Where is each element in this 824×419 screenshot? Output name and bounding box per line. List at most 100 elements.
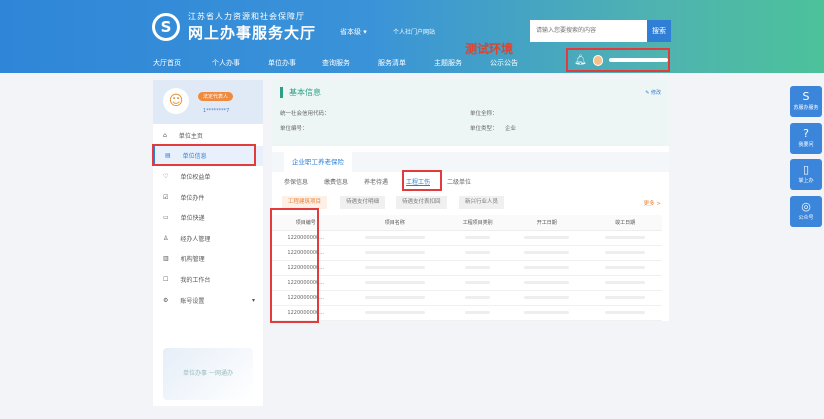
- edit-button[interactable]: ✎ 修改: [645, 89, 661, 96]
- sidebar-item-label: 单位快递: [180, 215, 205, 223]
- redacted-cell: [339, 230, 451, 246]
- chip-payment-detail[interactable]: 待遇支付明细: [340, 196, 386, 209]
- sidebar-item-org[interactable]: ▥ 机构管理: [153, 249, 263, 270]
- table-row[interactable]: 1220000000...: [272, 305, 662, 321]
- sidebar-item-home[interactable]: ⌂ 单位主页: [153, 125, 263, 146]
- ask-label: 我要问: [798, 142, 814, 148]
- highlight-box: [270, 208, 319, 323]
- chevron-down-icon: ▾: [251, 296, 255, 304]
- nav-home[interactable]: 大厅首页: [153, 58, 181, 68]
- portal-link[interactable]: 个人社门户网站: [393, 27, 435, 36]
- redacted-cell: [588, 245, 662, 261]
- unit-type-value: 企业: [505, 126, 517, 132]
- mobile-button[interactable]: ▯ 掌上办: [790, 159, 822, 190]
- sidebar-item-label: 机构管理: [180, 256, 205, 264]
- nav-theme[interactable]: 主题服务: [434, 58, 462, 68]
- highlight-box: [402, 170, 442, 191]
- sidebar-item-tasks[interactable]: ☑ 单位办件: [153, 187, 263, 208]
- tab-bar: 企业职工养老保险: [272, 152, 669, 172]
- sidebar-item-workbench[interactable]: ☐ 我的工作台: [153, 269, 263, 290]
- illustration: 单位办事 一网通办: [163, 348, 253, 400]
- credit-code-label: 统一社会信用代码：: [280, 111, 330, 117]
- table-row[interactable]: 1220000000...: [272, 290, 662, 306]
- avatar[interactable]: [592, 54, 604, 66]
- subtab-secondary[interactable]: 二级单位: [447, 177, 471, 186]
- table-row[interactable]: 1220000000...: [272, 275, 662, 291]
- unit-type-label: 单位类型：: [470, 126, 498, 132]
- nav-personal[interactable]: 个人办事: [212, 58, 240, 68]
- sidebar-item-label: 单位权益单: [180, 173, 211, 181]
- building-icon: ▥: [163, 255, 169, 263]
- col-project-name: 项目名称: [339, 215, 451, 231]
- highlight-box: [152, 144, 256, 166]
- search-input[interactable]: [530, 20, 647, 42]
- sidebar-item-express[interactable]: ▭ 单位快递: [153, 207, 263, 228]
- redacted-cell: [505, 245, 589, 261]
- sidebar-item-agents[interactable]: ♙ 经办人管理: [153, 228, 263, 249]
- search-button[interactable]: 搜索: [647, 20, 671, 42]
- subtab-pension[interactable]: 养老待遇: [364, 177, 388, 186]
- redacted-cell: [588, 275, 662, 291]
- nav-list[interactable]: 服务清单: [378, 58, 406, 68]
- sidebar-item-label: 经办人管理: [180, 235, 211, 243]
- home-icon: ⌂: [163, 131, 167, 139]
- heart-icon: ♡: [163, 172, 169, 180]
- wechat-label: 公众号: [798, 215, 814, 221]
- env-label: 测试环境: [465, 42, 514, 56]
- nav-notice[interactable]: 公示公告: [490, 58, 518, 68]
- chip-new-industry[interactable]: 新兴行业人员: [459, 196, 505, 209]
- col-project-type: 工程项目类别: [450, 215, 506, 231]
- unit-no-label: 单位编号：: [280, 126, 308, 132]
- redacted-cell: [450, 260, 506, 276]
- header: S 江苏省人力资源和社会保障厅 网上办事服务大厅 省本级 ▾ 个人社门户网站 搜…: [0, 0, 824, 73]
- user-menu[interactable]: 🔔︎: [566, 48, 670, 72]
- redacted-cell: [588, 290, 662, 306]
- region-select[interactable]: 省本级 ▾: [340, 27, 367, 37]
- profile-card: ☺ 法定代表人 1********7: [153, 80, 263, 124]
- user-name[interactable]: [609, 58, 668, 62]
- sidebar-item-label: 单位办件: [180, 194, 205, 202]
- service-icon: S: [802, 90, 810, 103]
- gear-icon: ⚙: [163, 296, 169, 304]
- redacted-cell: [588, 305, 662, 321]
- section-title: 基本信息: [280, 87, 321, 98]
- ask-button[interactable]: ? 我要问: [790, 123, 822, 154]
- redacted-cell: [339, 275, 451, 291]
- nav-unit[interactable]: 单位办事: [268, 58, 296, 68]
- basic-info: 基本信息 ✎ 修改 统一社会信用代码： 单位全称： 单位编号： 单位类型： 企业: [272, 80, 669, 146]
- project-table: 项目编号 项目名称 工程项目类别 开工日期 竣工日期 1220000000...…: [272, 215, 662, 321]
- service-button[interactable]: S 苏服办服务: [790, 86, 822, 117]
- truck-icon: ▭: [163, 214, 169, 222]
- redacted-cell: [339, 245, 451, 261]
- more-link[interactable]: 更多 >: [644, 199, 661, 207]
- subtab-payment[interactable]: 缴费信息: [324, 177, 348, 186]
- table-row[interactable]: 1220000000...: [272, 245, 662, 261]
- col-end-date: 竣工日期: [588, 215, 662, 231]
- redacted-cell: [339, 260, 451, 276]
- wechat-icon: ◎: [801, 200, 811, 213]
- main-panel: 基本信息 ✎ 修改 统一社会信用代码： 单位全称： 单位编号： 单位类型： 企业…: [272, 80, 669, 321]
- redacted-cell: [450, 230, 506, 246]
- table-row[interactable]: 1220000000...: [272, 260, 662, 276]
- sidebar-item-account[interactable]: ⚙ 账号设置 ▾: [153, 290, 263, 311]
- redacted-cell: [450, 290, 506, 306]
- chip-payment-deduct[interactable]: 待遇支付表扣回: [396, 196, 447, 209]
- table-row[interactable]: 1220000000...: [272, 230, 662, 246]
- avatar: ☺: [163, 88, 189, 114]
- sidebar-item-rights[interactable]: ♡ 单位权益单: [153, 166, 263, 187]
- user-icon: ♙: [163, 234, 169, 242]
- subtab-enrollment[interactable]: 参保信息: [284, 177, 308, 186]
- redacted-cell: [588, 230, 662, 246]
- org-name: 江苏省人力资源和社会保障厅: [188, 12, 305, 21]
- bell-icon[interactable]: 🔔︎: [574, 55, 587, 66]
- wechat-button[interactable]: ◎ 公众号: [790, 196, 822, 227]
- table-header: 项目编号 项目名称 工程项目类别 开工日期 竣工日期: [272, 215, 662, 231]
- phone-icon: ▯: [802, 163, 810, 176]
- redacted-cell: [505, 290, 589, 306]
- redacted-cell: [339, 305, 451, 321]
- nav-query[interactable]: 查询服务: [322, 58, 350, 68]
- redacted-cell: [450, 245, 506, 261]
- check-icon: ☑: [163, 193, 169, 201]
- redacted-cell: [450, 305, 506, 321]
- tab-pension[interactable]: 企业职工养老保险: [284, 152, 352, 172]
